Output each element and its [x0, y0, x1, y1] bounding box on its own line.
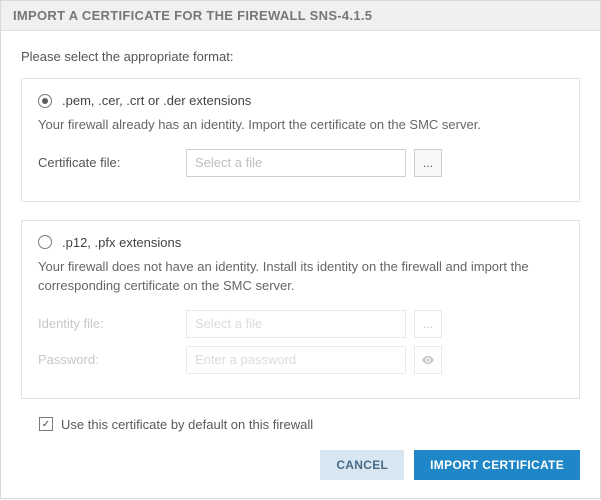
- option-p12-group: .p12, .pfx extensions Your firewall does…: [21, 220, 580, 399]
- option-pem-desc: Your firewall already has an identity. I…: [38, 116, 563, 135]
- option-pem-label: .pem, .cer, .crt or .der extensions: [62, 93, 251, 108]
- reveal-password-button: [414, 346, 442, 374]
- option-p12-label: .p12, .pfx extensions: [62, 235, 181, 250]
- identity-file-input: [186, 310, 406, 338]
- radio-icon: [38, 94, 52, 108]
- password-label: Password:: [38, 352, 178, 367]
- import-certificate-dialog: IMPORT A CERTIFICATE FOR THE FIREWALL SN…: [0, 0, 601, 499]
- certificate-file-row: Certificate file: ...: [38, 149, 563, 177]
- browse-button: ...: [414, 310, 442, 338]
- certificate-file-label: Certificate file:: [38, 155, 178, 170]
- dialog-footer: CANCEL IMPORT CERTIFICATE: [1, 434, 600, 498]
- certificate-file-input[interactable]: [186, 149, 406, 177]
- radio-icon: [38, 235, 52, 249]
- eye-icon: [421, 353, 435, 367]
- password-row: Password:: [38, 346, 563, 374]
- default-certificate-checkbox-row[interactable]: ✓ Use this certificate by default on thi…: [39, 417, 580, 432]
- option-p12-desc: Your firewall does not have an identity.…: [38, 258, 563, 296]
- format-prompt: Please select the appropriate format:: [21, 49, 580, 64]
- identity-file-label: Identity file:: [38, 316, 178, 331]
- option-p12-radio-row[interactable]: .p12, .pfx extensions: [38, 235, 563, 250]
- dialog-title: IMPORT A CERTIFICATE FOR THE FIREWALL SN…: [1, 1, 600, 31]
- option-pem-radio-row[interactable]: .pem, .cer, .crt or .der extensions: [38, 93, 563, 108]
- identity-file-row: Identity file: ...: [38, 310, 563, 338]
- default-certificate-label: Use this certificate by default on this …: [61, 417, 313, 432]
- import-certificate-button[interactable]: IMPORT CERTIFICATE: [414, 450, 580, 480]
- dialog-body: Please select the appropriate format: .p…: [1, 31, 600, 434]
- option-pem-group: .pem, .cer, .crt or .der extensions Your…: [21, 78, 580, 202]
- cancel-button[interactable]: CANCEL: [320, 450, 404, 480]
- option-p12-fields: Identity file: ... Password:: [38, 310, 563, 374]
- checkbox-icon: ✓: [39, 417, 53, 431]
- password-input: [186, 346, 406, 374]
- browse-button[interactable]: ...: [414, 149, 442, 177]
